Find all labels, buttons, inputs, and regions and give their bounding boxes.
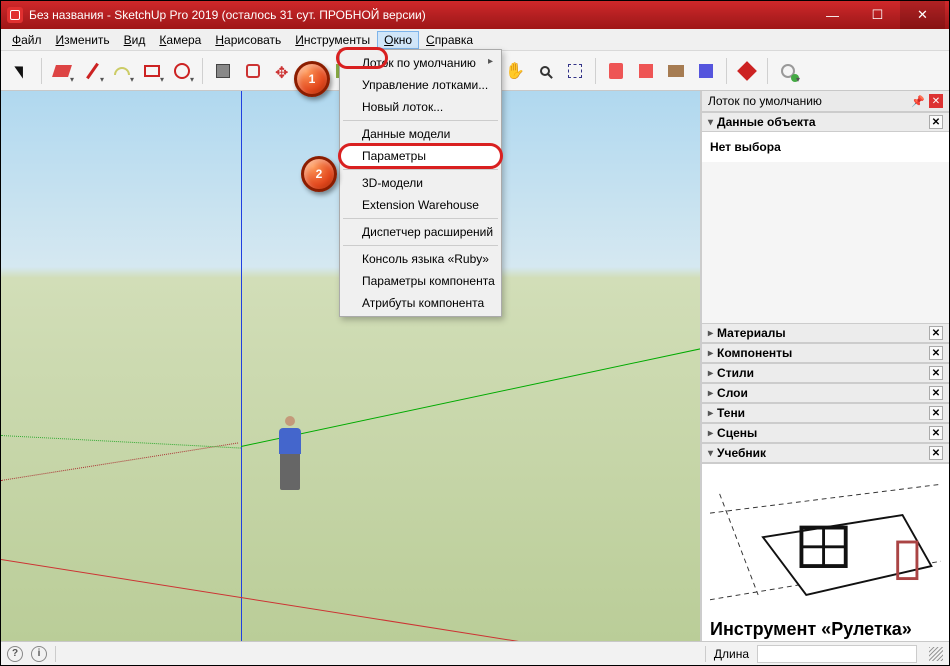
instructor-title: Инструмент «Рулетка»: [710, 619, 941, 640]
tray-section-close[interactable]: ✕: [929, 406, 943, 420]
dropdown-item[interactable]: Консоль языка «Ruby»: [340, 248, 501, 270]
tray-section-header[interactable]: Тени ✕: [702, 403, 949, 423]
tool-pushpull[interactable]: [209, 57, 237, 85]
dropdown-item[interactable]: 3D-модели: [340, 172, 501, 194]
tray-section-label: Слои: [717, 386, 748, 400]
pin-icon[interactable]: 📌: [911, 95, 925, 108]
dropdown-item[interactable]: Управление лотками...: [340, 74, 501, 96]
tray-title-label: Лоток по умолчанию: [708, 94, 822, 108]
tray-title[interactable]: Лоток по умолчанию 📌 ✕: [702, 91, 949, 112]
tool-rectangle[interactable]: [138, 57, 166, 85]
tool-move[interactable]: [269, 57, 297, 85]
tray-section-close[interactable]: ✕: [929, 326, 943, 340]
tray-section-close[interactable]: ✕: [929, 386, 943, 400]
annotation-ring-1: [336, 47, 388, 69]
menu-нарисовать[interactable]: Нарисовать: [208, 31, 288, 49]
tool-circle[interactable]: [168, 57, 196, 85]
tool-add-location[interactable]: [602, 57, 630, 85]
dropdown-item[interactable]: Атрибуты компонента: [340, 292, 501, 314]
tool-zoom-extents[interactable]: [561, 57, 589, 85]
menu-вид[interactable]: Вид: [117, 31, 153, 49]
tray-section-close[interactable]: ✕: [929, 426, 943, 440]
tray-section-header[interactable]: Слои ✕: [702, 383, 949, 403]
tray-section-label: Сцены: [717, 426, 757, 440]
dropdown-item[interactable]: Данные модели: [340, 123, 501, 145]
dropdown-item[interactable]: Диспетчер расширений: [340, 221, 501, 243]
menubar: ФайлИзменитьВидКамераНарисоватьИнструмен…: [1, 29, 949, 51]
tray-section-close[interactable]: ✕: [929, 446, 943, 460]
menu-справка[interactable]: Справка: [419, 31, 480, 49]
tray-section-label: Компоненты: [717, 346, 792, 360]
close-button[interactable]: ✕: [900, 1, 945, 29]
dropdown-item[interactable]: Параметры компонента: [340, 270, 501, 292]
tool-extension-warehouse[interactable]: [692, 57, 720, 85]
dropdown-item[interactable]: Extension Warehouse: [340, 194, 501, 216]
status-length-label: Длина: [714, 647, 749, 661]
tool-line[interactable]: [78, 57, 106, 85]
close-tray-icon[interactable]: ✕: [929, 94, 943, 108]
menu-камера[interactable]: Камера: [152, 31, 208, 49]
tool-zoom[interactable]: [531, 57, 559, 85]
scale-figure: [273, 416, 307, 490]
titlebar: Без названия - SketchUp Pro 2019 (остало…: [1, 1, 949, 29]
entity-info-heading: Нет выбора: [710, 140, 941, 154]
tool-upload[interactable]: [632, 57, 660, 85]
tool-select[interactable]: [7, 57, 35, 85]
tray-section-header[interactable]: Учебник ✕: [702, 443, 949, 463]
tool-account[interactable]: [774, 57, 802, 85]
menu-инструменты[interactable]: Инструменты: [288, 31, 377, 49]
menu-файл[interactable]: Файл: [5, 31, 49, 49]
resize-grip[interactable]: [929, 647, 943, 661]
default-tray: Лоток по умолчанию 📌 ✕ Данные объекта ✕ Не…: [701, 91, 949, 641]
tray-section-label: Данные объекта: [717, 115, 816, 129]
tray-section-close[interactable]: ✕: [929, 346, 943, 360]
tool-ruby[interactable]: [733, 57, 761, 85]
tray-section-label: Учебник: [717, 446, 766, 460]
tray-section-header[interactable]: Стили ✕: [702, 363, 949, 383]
maximize-button[interactable]: ☐: [855, 1, 900, 29]
dropdown-window-menu: Лоток по умолчаниюУправление лотками...Н…: [339, 49, 502, 317]
annotation-callout-2: 2: [301, 156, 337, 192]
instructor-panel: Инструмент «Рулетка» Измерение расстояни…: [702, 463, 949, 641]
tray-section-header[interactable]: Данные объекта ✕: [702, 112, 949, 132]
instructor-illustration: [710, 472, 941, 612]
menu-изменить[interactable]: Изменить: [49, 31, 117, 49]
tray-section-close[interactable]: ✕: [929, 115, 943, 129]
tool-arc[interactable]: [108, 57, 136, 85]
tray-section-label: Стили: [717, 366, 754, 380]
tool-pan[interactable]: ✋: [501, 57, 529, 85]
status-length-field[interactable]: [757, 645, 917, 663]
window-title: Без названия - SketchUp Pro 2019 (остало…: [29, 8, 426, 22]
app-icon: [7, 7, 23, 23]
status-info-icon[interactable]: i: [31, 646, 47, 662]
tool-3dwarehouse[interactable]: [662, 57, 690, 85]
tool-offset[interactable]: [239, 57, 267, 85]
tray-section-header[interactable]: Компоненты ✕: [702, 343, 949, 363]
dropdown-item[interactable]: Параметры: [340, 145, 501, 167]
menu-окно[interactable]: Окно: [377, 31, 419, 49]
axis-z: [241, 91, 242, 641]
tray-section-label: Тени: [717, 406, 745, 420]
minimize-button[interactable]: —: [810, 1, 855, 29]
statusbar: ? i Длина: [1, 641, 949, 665]
tray-section-header[interactable]: Сцены ✕: [702, 423, 949, 443]
dropdown-item[interactable]: Новый лоток...: [340, 96, 501, 118]
status-help-icon[interactable]: ?: [7, 646, 23, 662]
tool-eraser[interactable]: [48, 57, 76, 85]
tray-section-close[interactable]: ✕: [929, 366, 943, 380]
tray-section-label: Материалы: [717, 326, 786, 340]
tray-section-header[interactable]: Материалы ✕: [702, 323, 949, 343]
annotation-callout-1: 1: [294, 61, 330, 97]
